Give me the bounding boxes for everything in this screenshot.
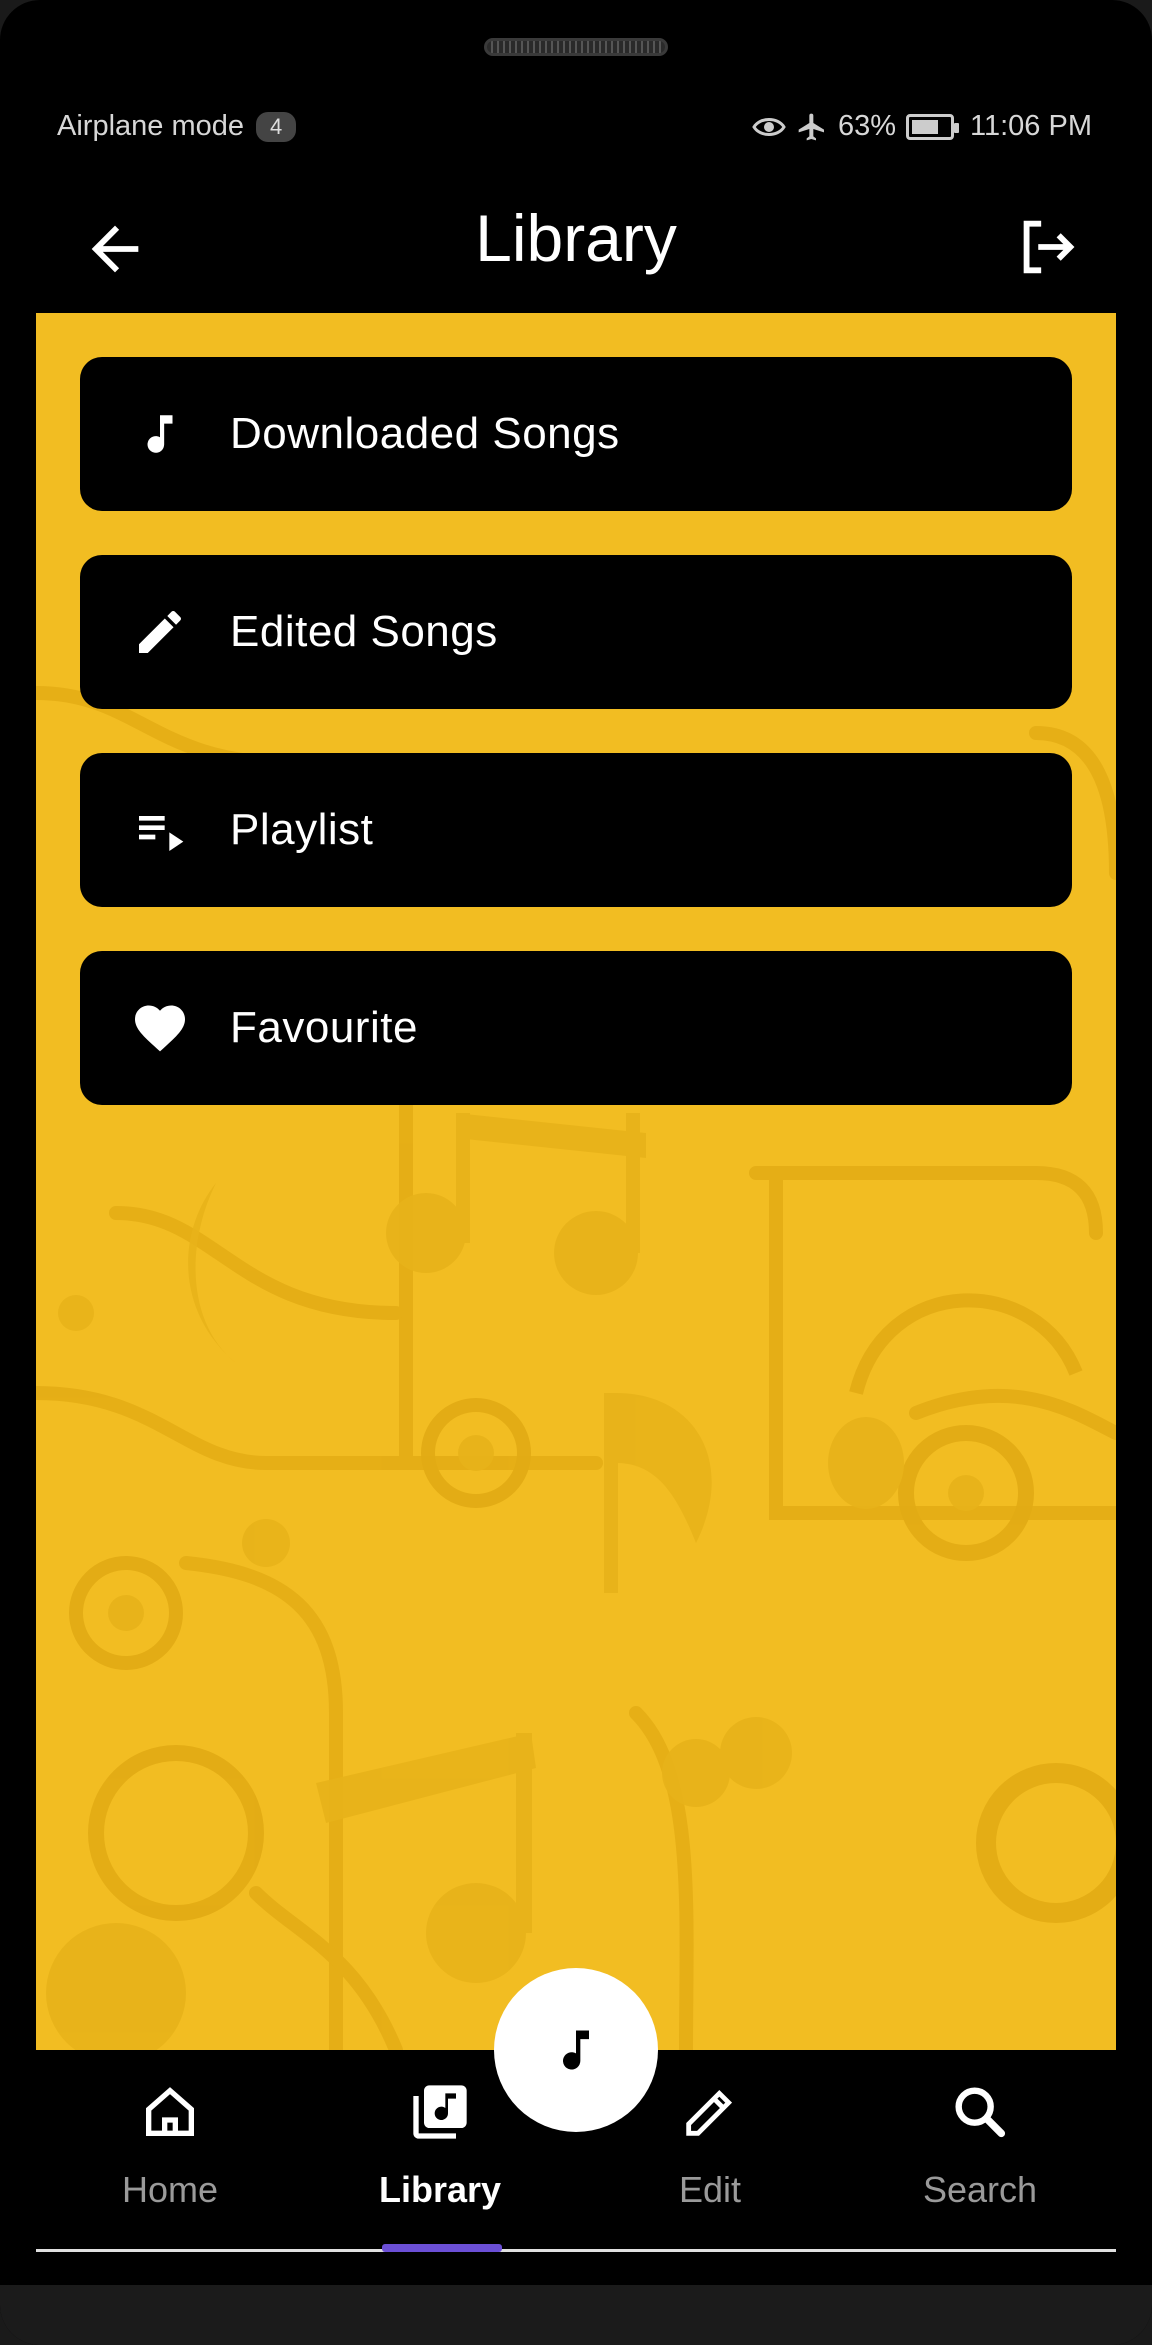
logout-icon[interactable] bbox=[1012, 212, 1082, 282]
airplane-icon bbox=[798, 113, 824, 140]
status-right: 63% 11:06 PM bbox=[752, 110, 1092, 143]
pencil-icon bbox=[128, 600, 192, 664]
active-tab-indicator bbox=[382, 2244, 502, 2252]
status-left: Airplane mode 4 bbox=[57, 110, 297, 143]
search-icon bbox=[955, 2087, 1006, 2138]
music-fab-button[interactable] bbox=[494, 1968, 658, 2132]
menu-label: Downloaded Songs bbox=[230, 409, 620, 458]
heart-icon bbox=[128, 996, 192, 1060]
nav-item-home[interactable]: Home bbox=[70, 2070, 270, 2230]
home-icon bbox=[146, 2087, 194, 2136]
music-note-icon bbox=[563, 2030, 589, 2070]
menu-item-playlist[interactable]: Playlist bbox=[80, 753, 1072, 907]
menu-item-downloaded-songs[interactable]: Downloaded Songs bbox=[80, 357, 1072, 511]
library-content: Downloaded Songs Edited Songs Playlist F… bbox=[36, 313, 1116, 2050]
page-title: Library bbox=[475, 201, 677, 275]
status-time: 11:06 PM bbox=[970, 110, 1092, 142]
battery-charging-icon bbox=[906, 113, 960, 140]
status-bar: Airplane mode 4 63% 11:06 PM bbox=[0, 104, 1152, 152]
music-note-icon bbox=[128, 402, 192, 466]
menu-item-edited-songs[interactable]: Edited Songs bbox=[80, 555, 1072, 709]
menu-item-favourite[interactable]: Favourite bbox=[80, 951, 1072, 1105]
nav-label: Home bbox=[121, 2169, 219, 2210]
phone-frame: Airplane mode 4 63% 11:06 PM Library Dow… bbox=[0, 0, 1152, 2345]
nav-item-search[interactable]: Search bbox=[880, 2070, 1080, 2230]
airplane-mode-text: Airplane mode bbox=[57, 110, 244, 142]
nav-label: Library bbox=[378, 2169, 502, 2210]
pencil-icon bbox=[686, 2089, 733, 2136]
menu-label: Favourite bbox=[230, 1003, 418, 1052]
nav-divider bbox=[36, 2249, 1116, 2252]
nav-label: Edit bbox=[678, 2169, 742, 2210]
eye-icon bbox=[752, 117, 786, 136]
earpiece-speaker bbox=[484, 38, 668, 56]
bottom-bezel bbox=[0, 2285, 1152, 2345]
menu-label: Edited Songs bbox=[230, 607, 498, 656]
battery-percent: 63% bbox=[837, 110, 897, 142]
library-music-icon bbox=[413, 2085, 467, 2139]
notification-badge: 4 bbox=[256, 111, 297, 142]
playlist-play-icon bbox=[128, 798, 192, 862]
menu-label: Playlist bbox=[230, 805, 374, 854]
nav-label: Search bbox=[922, 2169, 1038, 2210]
app-bar: Library bbox=[0, 190, 1152, 310]
